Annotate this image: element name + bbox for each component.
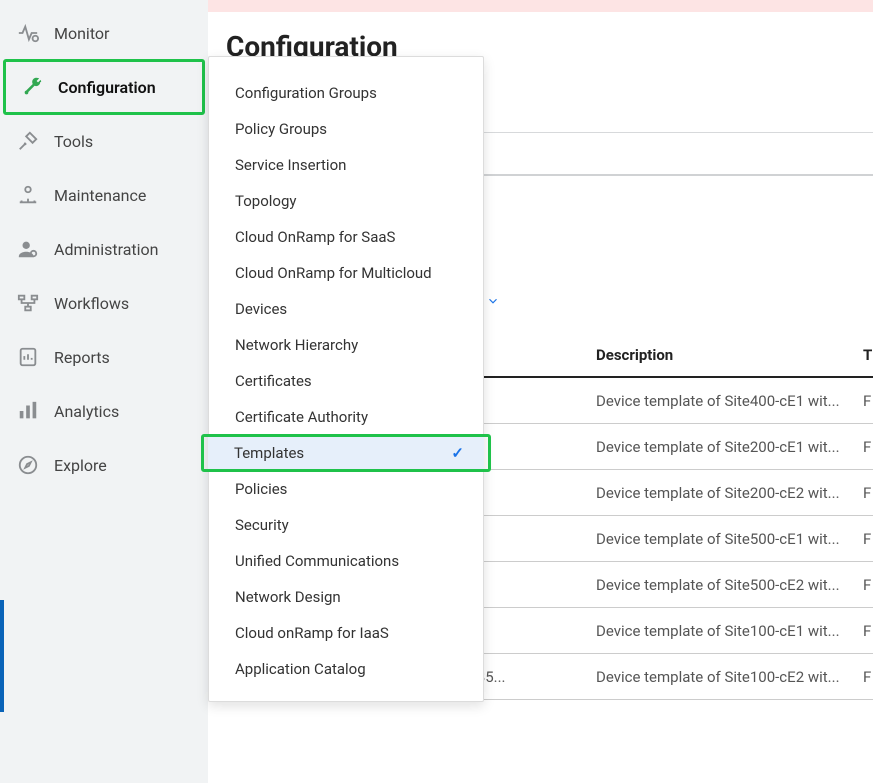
maintenance-icon [16, 183, 40, 207]
dropdown-item[interactable]: Templates✓ [208, 435, 484, 471]
dropdown-item[interactable]: Network Design [209, 579, 483, 615]
dropdown-item[interactable]: Cloud OnRamp for Multicloud [209, 255, 483, 291]
cell-type: F [863, 392, 873, 410]
cell-type: F [863, 668, 873, 686]
dropdown-item-label: Network Hierarchy [235, 336, 463, 354]
wrench-icon [20, 75, 44, 99]
dropdown-item[interactable]: Devices [209, 291, 483, 327]
dropdown-item[interactable]: Cloud OnRamp for SaaS [209, 219, 483, 255]
dropdown-item[interactable]: Security [209, 507, 483, 543]
dropdown-item[interactable]: Policies [209, 471, 483, 507]
dropdown-item[interactable]: Certificate Authority [209, 399, 483, 435]
dropdown-item-label: Cloud onRamp for IaaS [235, 624, 463, 642]
dropdown-item[interactable]: Policy Groups [209, 111, 483, 147]
cell-description: Device template of Site100-cE2 wit... [586, 668, 863, 686]
sidebar-item-label: Reports [54, 348, 110, 367]
dropdown-item[interactable]: Configuration Groups [209, 75, 483, 111]
sidebar-item-configuration[interactable]: Configuration [4, 60, 204, 114]
cell-description: Device template of Site400-cE1 wit... [586, 392, 863, 410]
sidebar-item-explore[interactable]: Explore [0, 438, 208, 492]
cell-type: F [863, 576, 873, 594]
sidebar-item-label: Administration [54, 240, 159, 259]
monitor-icon [16, 21, 40, 45]
dropdown-item-label: Policy Groups [235, 120, 463, 138]
dropdown-item[interactable]: Application Catalog [209, 651, 483, 687]
dropdown-item-label: Network Design [235, 588, 463, 606]
sidebar-item-label: Explore [54, 456, 107, 475]
dropdown-item-label: Topology [235, 192, 463, 210]
dropdown-item-label: Security [235, 516, 463, 534]
dropdown-item-label: Unified Communications [235, 552, 463, 570]
dropdown-item-label: Service Insertion [235, 156, 463, 174]
cell-type: F [863, 484, 873, 502]
dropdown-item-label: Cloud OnRamp for Multicloud [235, 264, 463, 282]
sidebar-item-reports[interactable]: Reports [0, 330, 208, 384]
sidebar-item-administration[interactable]: Administration [0, 222, 208, 276]
sidebar-item-label: Tools [54, 132, 93, 151]
dropdown-item[interactable]: Service Insertion [209, 147, 483, 183]
compass-icon [16, 453, 40, 477]
dropdown-item[interactable]: Network Hierarchy [209, 327, 483, 363]
sidebar-item-label: Configuration [58, 78, 156, 97]
cell-description: Device template of Site100-cE1 wit... [586, 622, 863, 640]
dropdown-item-label: Certificate Authority [235, 408, 463, 426]
sidebar: Monitor Configuration Tools Maintenance [0, 0, 208, 783]
sidebar-item-workflows[interactable]: Workflows [0, 276, 208, 330]
sidebar-item-label: Analytics [54, 402, 119, 421]
cell-type: F [863, 530, 873, 548]
dropdown-item[interactable]: Certificates [209, 363, 483, 399]
tools-icon [16, 129, 40, 153]
accent-stripe [0, 600, 4, 712]
analytics-icon [16, 399, 40, 423]
dropdown-item-label: Certificates [235, 372, 463, 390]
sidebar-item-analytics[interactable]: Analytics [0, 384, 208, 438]
sidebar-item-monitor[interactable]: Monitor [0, 6, 208, 60]
cell-description: Device template of Site200-cE2 wit... [586, 484, 863, 502]
dropdown-item[interactable]: Topology [209, 183, 483, 219]
admin-icon [16, 237, 40, 261]
sidebar-item-label: Workflows [54, 294, 129, 313]
workflows-icon [16, 291, 40, 315]
chevron-down-icon[interactable] [486, 294, 500, 308]
cell-description: Device template of Site500-cE2 wit... [586, 576, 863, 594]
sidebar-item-label: Monitor [54, 24, 109, 43]
dropdown-item-label: Application Catalog [235, 660, 463, 678]
sidebar-item-maintenance[interactable]: Maintenance [0, 168, 208, 222]
configuration-dropdown[interactable]: Configuration Groups Policy Groups Service… [208, 56, 484, 702]
dropdown-item[interactable]: Cloud onRamp for IaaS [209, 615, 483, 651]
column-header-description[interactable]: Description [586, 346, 863, 364]
check-icon: ✓ [451, 444, 464, 462]
dropdown-item-label: Cloud OnRamp for SaaS [235, 228, 463, 246]
dropdown-item[interactable]: Unified Communications [209, 543, 483, 579]
dropdown-item-label: Configuration Groups [235, 84, 463, 102]
reports-icon [16, 345, 40, 369]
cell-type: F [863, 622, 873, 640]
dropdown-item-label: Templates [234, 444, 451, 462]
sidebar-item-label: Maintenance [54, 186, 146, 205]
cell-description: Device template of Site200-cE1 wit... [586, 438, 863, 456]
sidebar-item-tools[interactable]: Tools [0, 114, 208, 168]
dropdown-item-label: Policies [235, 480, 463, 498]
alert-banner [208, 0, 873, 12]
cell-description: Device template of Site500-cE1 wit... [586, 530, 863, 548]
column-header-type[interactable]: T [863, 346, 873, 364]
cell-type: F [863, 438, 873, 456]
dropdown-item-label: Devices [235, 300, 463, 318]
